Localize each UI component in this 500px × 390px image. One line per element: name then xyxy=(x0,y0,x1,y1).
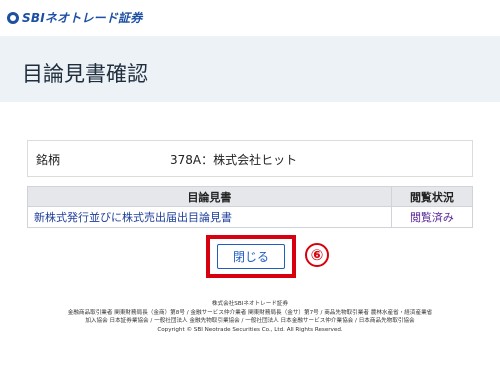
footer-company: 株式会社SBIネオトレード証券 xyxy=(211,301,289,307)
view-status: 閲覧済み xyxy=(390,206,474,228)
brand-mark-icon xyxy=(7,11,19,24)
step-number-marker: ⑥ xyxy=(305,243,329,267)
table-header-row: 目論見書 閲覧状況 xyxy=(27,186,474,207)
security-info-box: 銘柄 378A：株式会社ヒット xyxy=(27,140,473,177)
security-value: 378A：株式会社ヒット xyxy=(170,153,298,167)
brand-logo-text: SBIネオトレード証券 xyxy=(22,11,143,25)
column-header-status: 閲覧状況 xyxy=(390,186,474,207)
prospectus-table: 目論見書 閲覧状況 新株式発行並びに株式売出届出目論見書 閲覧済み xyxy=(27,186,474,228)
prospectus-document-link[interactable]: 新株式発行並びに株式売出届出目論見書 xyxy=(27,206,392,228)
footer: 株式会社SBIネオトレード証券 金融商品取引業者 関東財務局長（金商）第8号 /… xyxy=(0,300,500,334)
top-bar: SBIネオトレード証券 xyxy=(0,0,500,36)
column-header-document: 目論見書 xyxy=(27,186,392,207)
table-row: 新株式発行並びに株式売出届出目論見書 閲覧済み xyxy=(27,206,474,228)
footer-copyright: Copyright © SBI Neotrade Securities Co.,… xyxy=(157,326,343,333)
security-label: 銘柄 xyxy=(36,153,61,167)
close-button[interactable]: 閉じる xyxy=(217,244,285,269)
brand-logo[interactable]: SBIネオトレード証券 xyxy=(7,9,142,26)
page-title: 目論見書確認 xyxy=(22,62,148,86)
footer-associations: 加入協会 日本証券業協会 / 一般社団法人 金融先物取引業協会 / 一般社団法人… xyxy=(85,318,415,325)
footer-registration: 金融商品取引業者 関東財務局長（金商）第8号 / 金融サービス仲介業者 関東財務… xyxy=(67,309,433,316)
